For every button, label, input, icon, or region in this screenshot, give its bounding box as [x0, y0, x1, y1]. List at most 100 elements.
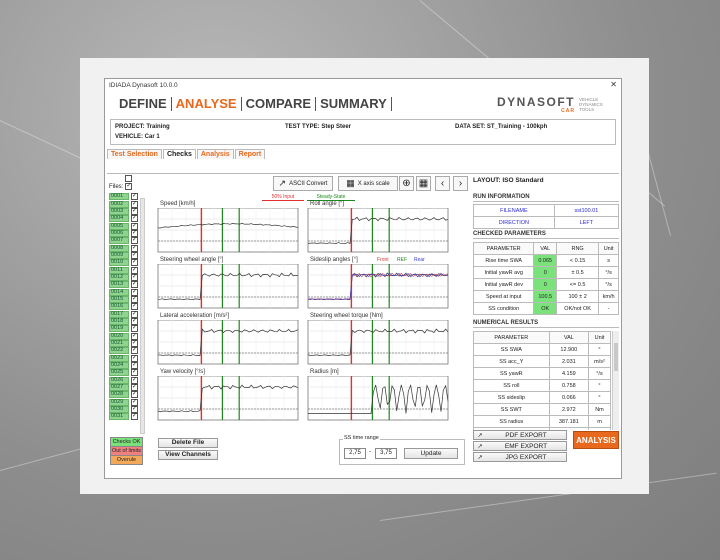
- file-list-scrollbar[interactable]: [140, 198, 145, 434]
- file-row[interactable]: 0002 ✓: [109, 200, 143, 208]
- file-checkbox[interactable]: ✓: [131, 266, 138, 274]
- file-checkbox[interactable]: ✓: [131, 376, 138, 384]
- table-icon[interactable]: ▦: [416, 176, 431, 191]
- file-id[interactable]: 0015: [109, 295, 129, 303]
- file-id[interactable]: 0017: [109, 310, 129, 318]
- file-row[interactable]: 0012 ✓: [109, 273, 143, 281]
- update-button[interactable]: Update: [404, 448, 458, 459]
- file-id[interactable]: 0027: [109, 384, 129, 392]
- file-checkbox[interactable]: ✓: [131, 237, 138, 245]
- file-id[interactable]: 0005: [109, 222, 129, 230]
- tab-report[interactable]: Report: [234, 149, 266, 159]
- file-id[interactable]: 0013: [109, 281, 129, 289]
- tab-test-selection[interactable]: Test Selection: [107, 149, 162, 159]
- previous-icon[interactable]: ‹: [435, 176, 450, 191]
- file-id[interactable]: 0014: [109, 288, 129, 296]
- file-id[interactable]: 0020: [109, 332, 129, 340]
- file-row[interactable]: 0027 ✓: [109, 384, 143, 392]
- file-id[interactable]: 0007: [109, 237, 129, 245]
- file-checkbox[interactable]: ✓: [131, 369, 138, 377]
- file-id[interactable]: 0026: [109, 376, 129, 384]
- file-id[interactable]: 0016: [109, 303, 129, 311]
- file-row[interactable]: 0031 ✓: [109, 413, 143, 421]
- file-checkbox[interactable]: ✓: [131, 215, 138, 223]
- file-row[interactable]: 0026 ✓: [109, 376, 143, 384]
- file-row[interactable]: 0001 ✓: [109, 193, 143, 201]
- view-channels-button[interactable]: View Channels: [158, 450, 218, 460]
- menu-summary[interactable]: SUMMARY: [316, 97, 392, 111]
- file-id[interactable]: 0008: [109, 244, 129, 252]
- file-checkbox[interactable]: ✓: [131, 362, 138, 370]
- menu-analyse[interactable]: ANALYSE: [172, 97, 242, 111]
- zoom-icon[interactable]: ⊕: [399, 176, 414, 191]
- file-row[interactable]: 0014 ✓: [109, 288, 143, 296]
- menu-compare[interactable]: COMPARE: [242, 97, 317, 111]
- file-checkbox[interactable]: ✓: [131, 318, 138, 326]
- file-row[interactable]: 0018 ✓: [109, 318, 143, 326]
- file-id[interactable]: 0031: [109, 413, 129, 421]
- file-row[interactable]: 0011 ✓: [109, 266, 143, 274]
- tab-checks[interactable]: Checks: [162, 149, 196, 159]
- file-id[interactable]: 0009: [109, 251, 129, 259]
- file-checkbox[interactable]: ✓: [131, 347, 138, 355]
- file-checkbox[interactable]: ✓: [131, 354, 138, 362]
- file-id[interactable]: 0011: [109, 266, 129, 274]
- x-axis-scale-button[interactable]: ▦ X axis scale: [338, 176, 398, 191]
- file-checkbox[interactable]: ✓: [131, 332, 138, 340]
- file-row[interactable]: 0004 ✓: [109, 215, 143, 223]
- file-id[interactable]: 0028: [109, 391, 129, 399]
- file-checkbox[interactable]: ✓: [131, 281, 138, 289]
- ss-from-input[interactable]: 2,75: [344, 448, 366, 459]
- file-id[interactable]: 0025: [109, 369, 129, 377]
- chart-panel[interactable]: Steering wheel angle [°]: [152, 257, 302, 312]
- file-id[interactable]: 0012: [109, 273, 129, 281]
- results-scroll-thumb[interactable]: [614, 343, 618, 371]
- delete-file-button[interactable]: Delete File: [158, 438, 218, 448]
- results-scrollbar[interactable]: [612, 331, 619, 430]
- file-row[interactable]: 0010 ✓: [109, 259, 143, 267]
- file-checkbox[interactable]: ✓: [131, 413, 138, 421]
- file-id[interactable]: 0024: [109, 362, 129, 370]
- chart-panel[interactable]: Lateral acceleration [m/s²]: [152, 313, 302, 368]
- file-row[interactable]: 0021 ✓: [109, 340, 143, 348]
- file-row[interactable]: 0017 ✓: [109, 310, 143, 318]
- file-row[interactable]: 0023 ✓: [109, 354, 143, 362]
- next-icon[interactable]: ›: [453, 176, 468, 191]
- file-id[interactable]: 0019: [109, 325, 129, 333]
- file-checkbox[interactable]: ✓: [131, 229, 138, 237]
- file-checkbox[interactable]: ✓: [131, 193, 138, 201]
- export-button[interactable]: ↗ EMF EXPORT: [473, 441, 567, 451]
- file-checkbox[interactable]: ✓: [131, 384, 138, 392]
- file-checkbox[interactable]: ✓: [131, 398, 138, 406]
- export-button[interactable]: ↗ PDF EXPORT: [473, 430, 567, 440]
- file-row[interactable]: 0030 ✓: [109, 406, 143, 414]
- file-checkbox[interactable]: ✓: [131, 310, 138, 318]
- file-id[interactable]: 0003: [109, 207, 129, 215]
- file-id[interactable]: 0001: [109, 193, 129, 201]
- file-checkbox[interactable]: ✓: [131, 295, 138, 303]
- select-all-top-checkbox[interactable]: [125, 175, 133, 182]
- chart-panel[interactable]: Sideslip angles [°] Front REF Rear: [302, 257, 452, 312]
- file-checkbox[interactable]: ✓: [131, 303, 138, 311]
- file-checkbox[interactable]: ✓: [131, 288, 138, 296]
- file-id[interactable]: 0002: [109, 200, 129, 208]
- file-checkbox[interactable]: ✓: [131, 259, 138, 267]
- file-row[interactable]: 0015 ✓: [109, 295, 143, 303]
- file-id[interactable]: 0029: [109, 398, 129, 406]
- export-button[interactable]: ↗ JPG EXPORT: [473, 452, 567, 462]
- file-row[interactable]: 0013 ✓: [109, 281, 143, 289]
- file-row[interactable]: 0016 ✓: [109, 303, 143, 311]
- file-id[interactable]: 0004: [109, 215, 129, 223]
- file-row[interactable]: 0006 ✓: [109, 229, 143, 237]
- file-checkbox[interactable]: ✓: [131, 391, 138, 399]
- file-checkbox[interactable]: ✓: [131, 222, 138, 230]
- numerical-results-scrollarea[interactable]: PARAMETER VAL Unit SS SWA 12.900 ° SS acc…: [473, 331, 619, 430]
- file-row[interactable]: 0024 ✓: [109, 362, 143, 370]
- file-checkbox[interactable]: ✓: [131, 200, 138, 208]
- file-checkbox[interactable]: ✓: [131, 325, 138, 333]
- file-row[interactable]: 0020 ✓: [109, 332, 143, 340]
- file-checkbox[interactable]: ✓: [131, 251, 138, 259]
- chart-panel[interactable]: Steering wheel torque [Nm]: [302, 313, 452, 368]
- file-row[interactable]: 0007 ✓: [109, 237, 143, 245]
- file-id[interactable]: 0023: [109, 354, 129, 362]
